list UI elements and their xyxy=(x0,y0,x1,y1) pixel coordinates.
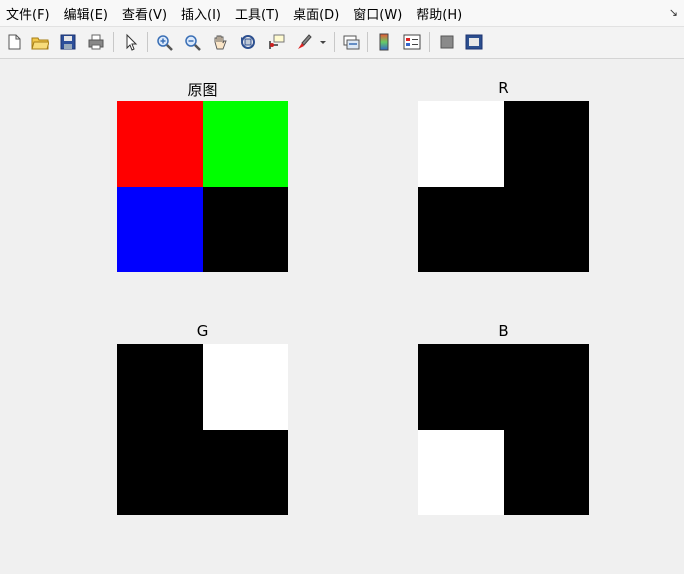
menu-edit[interactable]: 编辑(E) xyxy=(64,4,108,23)
new-figure-icon[interactable] xyxy=(3,31,25,53)
menu-insert[interactable]: 插入(I) xyxy=(181,4,221,23)
subplot-g-channel xyxy=(117,344,288,515)
save-icon[interactable] xyxy=(57,31,79,53)
toolbar-separator xyxy=(147,32,148,52)
pixel-top-left xyxy=(117,344,203,430)
pixel-top-left xyxy=(117,101,203,187)
insert-colorbar-icon[interactable] xyxy=(373,31,395,53)
toolbar-separator xyxy=(367,32,368,52)
subplot-title-r: R xyxy=(498,79,509,97)
figure-toolbar xyxy=(0,27,684,59)
subplot-title-b: B xyxy=(498,322,509,340)
subplot-r-channel xyxy=(418,101,589,272)
pixel-bottom-left xyxy=(418,429,504,515)
pixel-bottom-left xyxy=(117,429,203,515)
menu-window[interactable]: 窗口(W) xyxy=(353,4,402,23)
zoom-in-icon[interactable] xyxy=(153,31,175,53)
pan-hand-icon[interactable] xyxy=(209,31,231,53)
toolbar-separator xyxy=(113,32,114,52)
menu-file[interactable]: 文件(F) xyxy=(6,4,50,23)
menu-desktop[interactable]: 桌面(D) xyxy=(293,4,339,23)
pixel-top-right xyxy=(202,101,288,187)
pixel-top-right xyxy=(202,344,288,430)
open-file-icon[interactable] xyxy=(29,31,51,53)
menu-bar: 文件(F) 编辑(E) 查看(V) 插入(I) 工具(T) 桌面(D) 窗口(W… xyxy=(0,0,684,27)
pixel-top-left xyxy=(418,344,504,430)
show-plot-tools-icon[interactable] xyxy=(463,31,485,53)
rotate-3d-icon[interactable] xyxy=(237,31,259,53)
pixel-bottom-right xyxy=(202,429,288,515)
chevron-down-icon[interactable] xyxy=(317,31,329,53)
print-icon[interactable] xyxy=(85,31,107,53)
dock-arrow-icon[interactable]: ↘ xyxy=(669,6,678,19)
link-plot-icon[interactable] xyxy=(340,31,362,53)
pixel-top-right xyxy=(503,101,589,187)
pixel-bottom-left xyxy=(418,186,504,272)
menu-view[interactable]: 查看(V) xyxy=(122,4,167,23)
subplot-b-channel xyxy=(418,344,589,515)
menu-help[interactable]: 帮助(H) xyxy=(416,4,462,23)
pixel-top-right xyxy=(503,344,589,430)
subplot-title-g: G xyxy=(196,322,209,340)
edit-plot-arrow-icon[interactable] xyxy=(120,31,142,53)
pixel-bottom-right xyxy=(503,429,589,515)
menu-tools[interactable]: 工具(T) xyxy=(235,4,279,23)
zoom-out-icon[interactable] xyxy=(181,31,203,53)
pixel-top-left xyxy=(418,101,504,187)
toolbar-separator xyxy=(429,32,430,52)
brush-icon[interactable] xyxy=(293,31,315,53)
data-cursor-icon[interactable] xyxy=(265,31,287,53)
subplot-title-original: 原图 xyxy=(187,81,218,99)
insert-legend-icon[interactable] xyxy=(401,31,423,53)
subplot-original-image xyxy=(117,101,288,272)
pixel-bottom-left xyxy=(117,186,203,272)
pixel-bottom-right xyxy=(202,186,288,272)
hide-plot-tools-icon[interactable] xyxy=(436,31,458,53)
pixel-bottom-right xyxy=(503,186,589,272)
toolbar-separator xyxy=(334,32,335,52)
